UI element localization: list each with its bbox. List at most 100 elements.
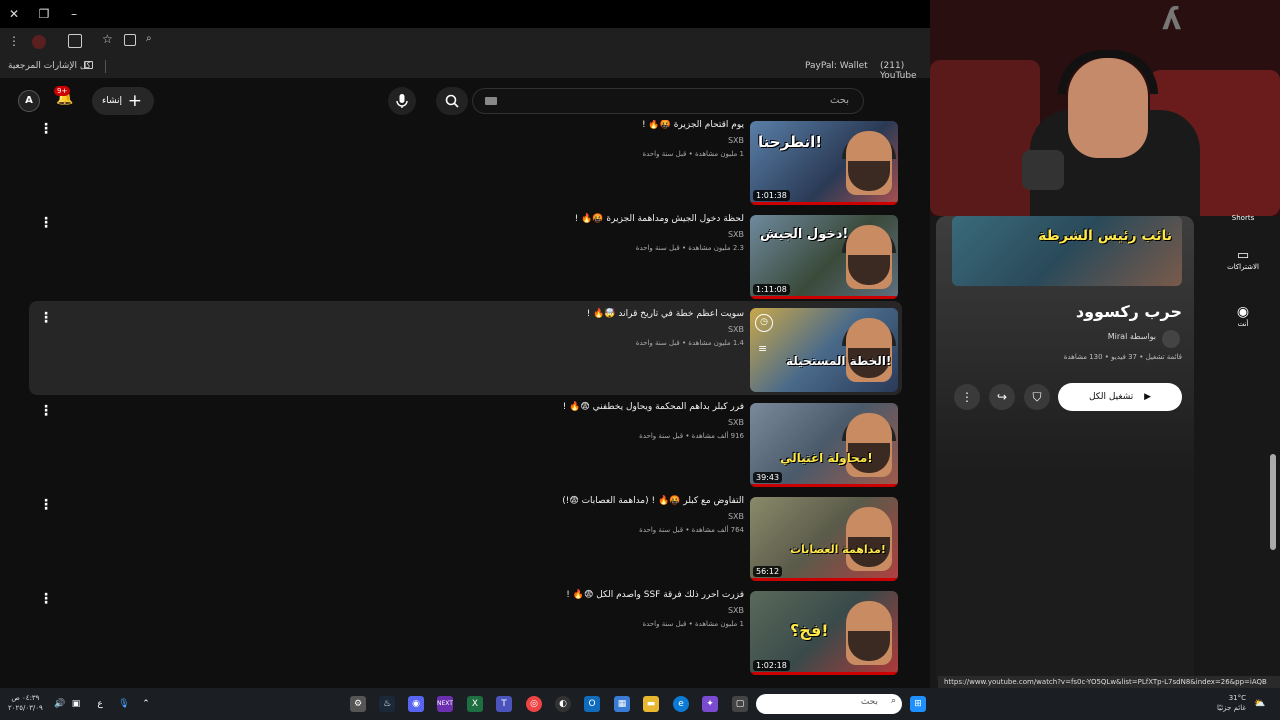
discord-app-icon[interactable]: ◉ [408,696,424,712]
save-playlist-button[interactable]: ⛉ [1024,384,1050,410]
more-actions-icon[interactable]: ⋮ [39,311,53,325]
bookmarks-folder[interactable]: كل الإشارات المرجعية [8,61,91,71]
video-duration: 56:12 [753,566,783,577]
author-avatar[interactable] [1162,330,1180,348]
chevron-up-icon[interactable]: ⌃ [138,696,154,712]
taskbar: ٠٤:٣٩ ص ٢٠٢٥/٠٣/٠٩ 🔊 ▣ ع 🎙 ⌃ ⚙ ♨ ◉ NEXT … [0,688,1280,720]
play-all-button[interactable]: تشغيل الكل ▶ [1058,383,1182,411]
search-button[interactable] [436,87,468,115]
obs-app-icon[interactable]: ◐ [555,696,571,712]
video-title[interactable]: سويت اعظم خطة في تاريخ قراند 🤯🔥 ! [587,309,744,319]
sidenav-you[interactable]: ◉ أنت [1206,304,1280,328]
bookmark-paypal[interactable]: PayPal: Wallet [805,61,868,71]
video-channel[interactable]: SXB [728,230,744,239]
extensions-icon[interactable] [68,34,82,48]
clock[interactable]: ٠٤:٣٩ ص ٢٠٢٥/٠٣/٠٩ [8,693,43,713]
video-thumbnail[interactable]: مداهمة العصابات! 56:12 [750,497,898,581]
volume-icon[interactable]: 🔊 [52,696,68,712]
next-app-icon[interactable]: NEXT [437,696,453,712]
close-icon[interactable]: ✕ [4,4,24,24]
more-actions-icon[interactable]: ⋮ [39,122,53,136]
weather-widget[interactable]: 31°C غائم جزئيًا [1214,693,1246,713]
voice-search-button[interactable] [388,87,416,115]
teams-app-icon[interactable]: T [496,696,512,712]
microphone [1022,150,1064,190]
video-channel[interactable]: SXB [728,136,744,145]
outlook-app-icon[interactable]: O [584,696,600,712]
taskbar-search-input[interactable]: بحث ⌕ [756,694,902,714]
video-channel[interactable]: SXB [728,325,744,334]
video-thumbnail[interactable]: الخطة المستحيلة! ◷ ≡ [750,308,898,392]
edge-app-icon[interactable]: e [673,696,689,712]
star-icon[interactable]: ☆ [102,32,113,46]
more-playlist-actions-button[interactable]: ⋮ [954,384,980,410]
keyboard-icon[interactable] [485,97,497,105]
settings-app-icon[interactable]: ⚙ [350,696,366,712]
more-actions-icon[interactable]: ⋮ [39,216,53,230]
language-indicator[interactable]: ع [92,696,108,712]
list-item[interactable]: ⋮ يوم اقتحام الجزيرة 🤬🔥 ! SXB 1 مليون مش… [29,120,902,214]
create-button[interactable]: إنشاء + [92,87,154,115]
zoom-icon[interactable]: ⌕ [146,33,152,44]
chrome-app-icon[interactable]: ◎ [526,696,542,712]
divider [105,60,106,73]
list-item[interactable]: ⋮ فزرت احرر ذلك فرقة SSF واصدم الكل 😨🔥 !… [29,590,902,684]
share-button[interactable]: ↪ [989,384,1015,410]
video-thumbnail[interactable]: فخ؟! 1:02:18 [750,591,898,675]
video-thumbnail[interactable]: انطرحنا! 1:01:38 [750,121,898,205]
video-channel[interactable]: SXB [728,512,744,521]
list-item-hovered[interactable]: ⋮ سويت اعظم خطة في تاريخ قراند 🤯🔥 ! SXB … [29,301,902,395]
network-icon[interactable]: ▣ [68,696,84,712]
add-to-queue-icon[interactable]: ≡ [758,342,767,355]
minimize-icon[interactable]: – [64,4,84,24]
watch-later-icon[interactable]: ◷ [755,314,773,332]
more-actions-icon[interactable]: ⋮ [39,592,53,606]
sidenav-subscriptions[interactable]: ▭ الاشتراكات [1206,248,1280,271]
windows-start-icon[interactable]: ⊞ [910,696,926,712]
more-actions-icon[interactable]: ⋮ [39,404,53,418]
browser-toolbar: ⋮ ☆ ⌕ [0,28,930,56]
video-thumbnail[interactable]: دخول الجيش! 1:11:08 [750,215,898,299]
sidenav-shorts-label: Shorts [1231,214,1255,222]
video-title[interactable]: التفاوض مع كبلر 🤬🔥 ! (مداهمة العصابات 😨!… [562,496,744,506]
list-item[interactable]: ⋮ التفاوض مع كبلر 🤬🔥 ! (مداهمة العصابات … [29,496,902,590]
playlist-thumbnail[interactable]: نائب رئيس الشرطة [952,216,1182,286]
share-icon[interactable] [124,34,136,46]
playlist-video-list: ⋮ يوم اقتحام الجزيرة 🤬🔥 ! SXB 1 مليون مش… [0,120,930,688]
plus-icon: + [127,91,142,111]
list-item[interactable]: ⋮ فرر كبلر بداهم المحكمة ويحاول يخطفني 😨… [29,402,902,496]
task-view-icon[interactable]: ▢ [732,696,748,712]
video-title[interactable]: فزرت احرر ذلك فرقة SSF واصدم الكل 😨🔥 ! [566,590,744,600]
video-duration: 1:01:38 [753,190,790,201]
playlist-thumbnail-text: نائب رئيس الشرطة [1038,228,1172,244]
playlist-author[interactable]: بواسطة Miral [940,332,1156,341]
thumbnail-text: دخول الجيش! [760,227,849,242]
video-title[interactable]: لحظة دخول الجيش ومداهمة الجزيرة 🤬🔥 ! [575,214,744,224]
excel-app-icon[interactable]: X [467,696,483,712]
profile-icon[interactable] [32,35,46,49]
video-thumbnail[interactable]: محاولة اغتيالي! 39:43 [750,403,898,487]
video-channel[interactable]: SXB [728,418,744,427]
scrollbar[interactable] [1270,454,1276,550]
notifications-button[interactable]: 🔔 9+ [54,86,80,114]
bookmarks-bar: كل الإشارات المرجعية PayPal: Wallet (211… [0,56,930,81]
list-item[interactable]: ⋮ لحظة دخول الجيش ومداهمة الجزيرة 🤬🔥 ! S… [29,214,902,308]
explorer-app-icon[interactable]: ▬ [643,696,659,712]
steam-app-icon[interactable]: ♨ [379,696,395,712]
share-icon: ↪ [996,390,1008,404]
video-title[interactable]: فرر كبلر بداهم المحكمة ويحاول يخطفني 😨🔥 … [563,402,744,412]
copilot-app-icon[interactable]: ✦ [702,696,718,712]
avatar[interactable]: A [18,90,40,112]
video-title[interactable]: يوم اقتحام الجزيرة 🤬🔥 ! [642,120,744,130]
sidenav-you-label: أنت [1237,320,1249,328]
more-actions-icon[interactable]: ⋮ [39,498,53,512]
search-input[interactable]: بحث [472,88,864,114]
menu-dots-icon[interactable]: ⋮ [8,34,20,48]
store-app-icon[interactable]: ▦ [614,696,630,712]
weather-desc: غائم جزئيًا [1216,704,1246,712]
mic-tray-icon[interactable]: 🎙 [116,696,132,712]
status-url: https://www.youtube.com/watch?v=fs0c-YO5… [938,676,1280,688]
sidenav-shorts[interactable]: Shorts [1206,214,1280,222]
video-channel[interactable]: SXB [728,606,744,615]
maximize-icon[interactable]: ❐ [34,4,54,24]
